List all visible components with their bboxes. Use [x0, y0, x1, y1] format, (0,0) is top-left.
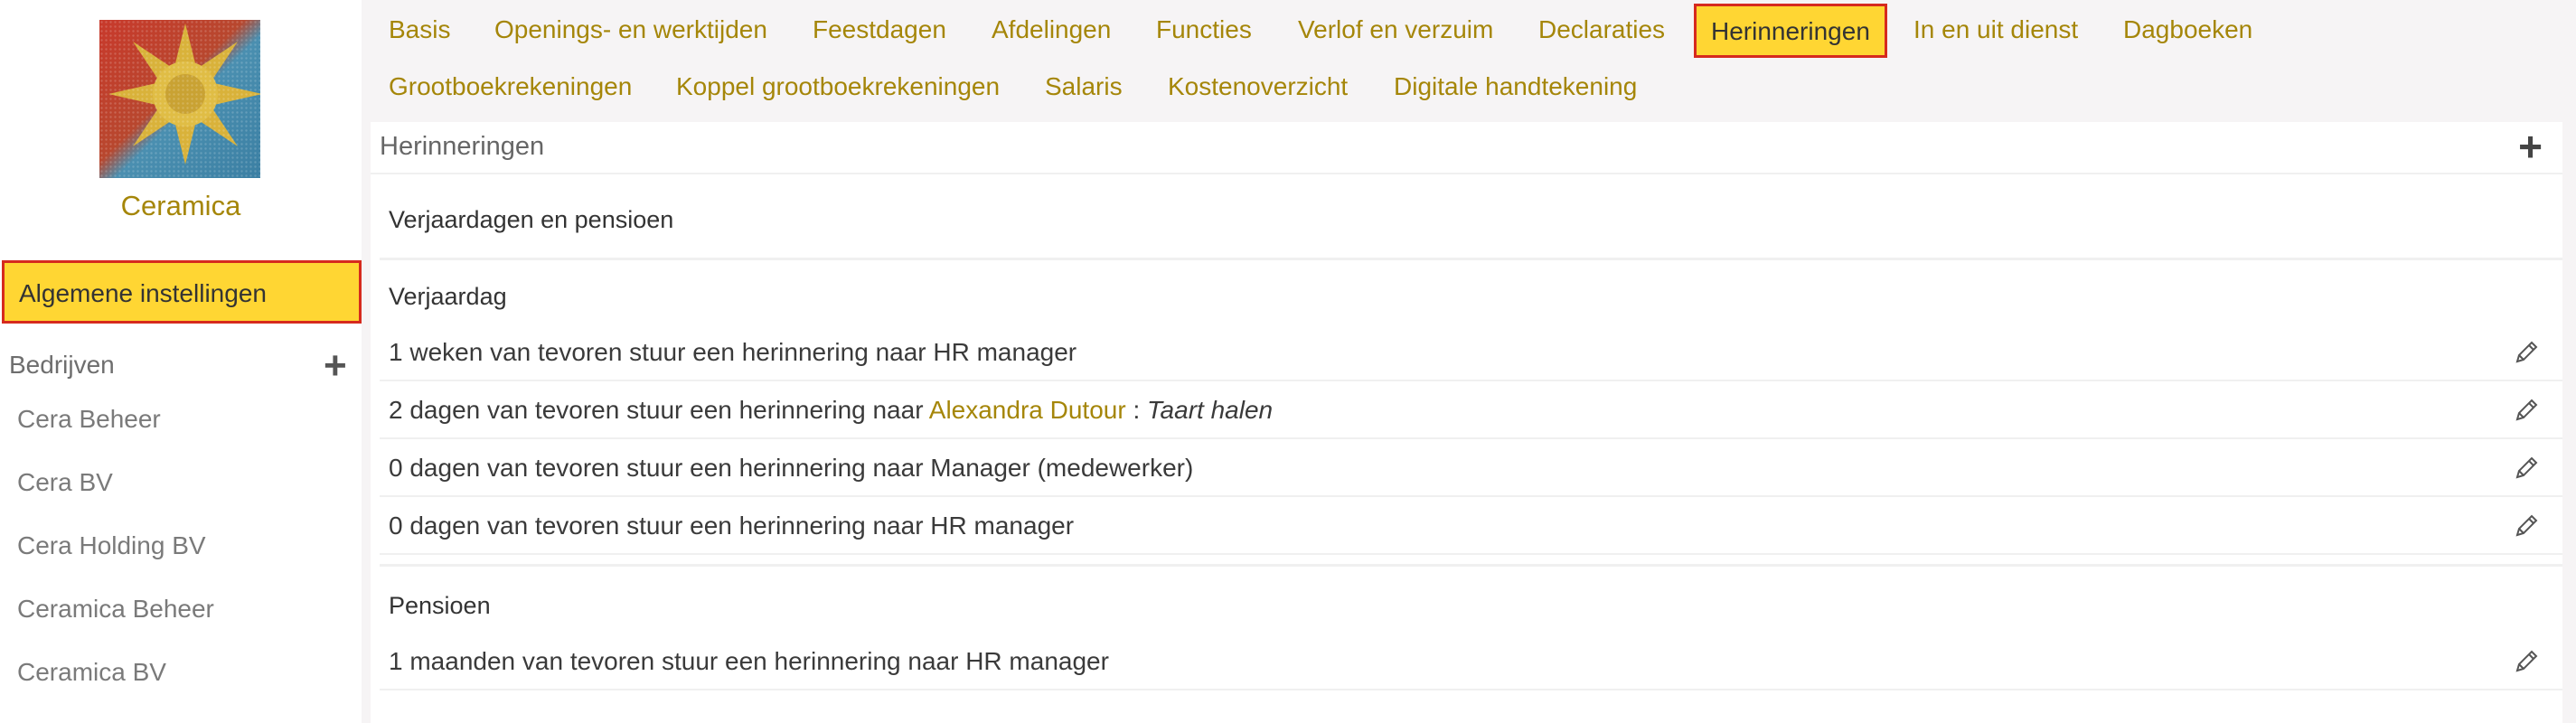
sidebar-item-general-settings[interactable]: Algemene instellingen: [2, 260, 362, 324]
reminder-row: 1 maanden van tevoren stuur een herinner…: [380, 634, 2562, 690]
reminder-text: 0 dagen van tevoren stuur een herinnerin…: [389, 454, 1194, 482]
sidebar-item-company[interactable]: Cera Holding BV: [17, 531, 206, 560]
settings-tabs: Basis Openings- en werktijden Feestdagen…: [362, 0, 2576, 122]
company-logo: [99, 20, 260, 178]
tab-in-uit-dienst[interactable]: In en uit dienst: [1913, 15, 2078, 44]
reminder-text: 1 weken van tevoren stuur een herinnerin…: [389, 338, 1077, 366]
pencil-icon[interactable]: [2512, 647, 2541, 676]
company-name: Ceramica: [120, 190, 241, 221]
sidebar: Ceramica Algemene instellingen Bedrijven…: [0, 0, 362, 723]
tab-afdelingen[interactable]: Afdelingen: [992, 15, 1111, 44]
tab-verlof-verzuim[interactable]: Verlof en verzuim: [1298, 15, 1493, 44]
reminder-text: 2 dagen van tevoren stuur een herinnerin…: [389, 396, 1274, 424]
sidebar-item-company[interactable]: Ceramica Beheer: [17, 595, 214, 624]
pencil-icon[interactable]: [2512, 396, 2541, 425]
group-title-pensioen: Pensioen: [389, 592, 491, 619]
sidebar-item-company[interactable]: Cera BV: [17, 468, 113, 497]
companies-header: Bedrijven: [9, 351, 115, 379]
group-title-verjaardag: Verjaardag: [389, 283, 507, 310]
tab-kostenoverzicht[interactable]: Kostenoverzicht: [1168, 72, 1348, 101]
person-link[interactable]: Alexandra Dutour: [929, 396, 1126, 424]
reminder-row: 1 weken van tevoren stuur een herinnerin…: [380, 325, 2562, 381]
tab-grootboekrekeningen[interactable]: Grootboekrekeningen: [389, 72, 632, 101]
tab-functies[interactable]: Functies: [1156, 15, 1252, 44]
panel-title: Herinneringen: [380, 132, 545, 161]
tab-openings-werktijden[interactable]: Openings- en werktijden: [494, 15, 767, 44]
plus-icon[interactable]: +: [324, 346, 347, 386]
section-title: Verjaardagen en pensioen: [389, 206, 674, 233]
tab-koppel-grootboekrekeningen[interactable]: Koppel grootboekrekeningen: [676, 72, 1000, 101]
reminder-text: 1 maanden van tevoren stuur een herinner…: [389, 647, 1109, 675]
pencil-icon[interactable]: [2512, 454, 2541, 483]
reminder-note: Taart halen: [1147, 396, 1274, 424]
tab-salaris[interactable]: Salaris: [1045, 72, 1123, 101]
reminder-text: 0 dagen van tevoren stuur een herinnerin…: [389, 512, 1075, 540]
section-divider: [380, 258, 2562, 260]
reminder-row: 2 dagen van tevoren stuur een herinnerin…: [380, 383, 2562, 439]
pencil-icon[interactable]: [2512, 338, 2541, 367]
tab-basis[interactable]: Basis: [389, 15, 450, 44]
tab-declaraties[interactable]: Declaraties: [1538, 15, 1665, 44]
tab-dagboeken[interactable]: Dagboeken: [2123, 15, 2252, 44]
reminders-panel: Herinneringen + Verjaardagen en pensioen…: [371, 122, 2562, 723]
panel-header: Herinneringen +: [371, 122, 2562, 174]
tab-herinneringen[interactable]: Herinneringen: [1694, 4, 1887, 58]
plus-icon[interactable]: +: [2518, 126, 2543, 167]
pencil-icon[interactable]: [2512, 512, 2541, 540]
sidebar-item-company[interactable]: Ceramica BV: [17, 658, 166, 687]
sidebar-item-company[interactable]: Cera Beheer: [17, 405, 161, 434]
section-divider: [380, 564, 2562, 567]
reminder-row: 0 dagen van tevoren stuur een herinnerin…: [380, 499, 2562, 555]
reminder-row: 0 dagen van tevoren stuur een herinnerin…: [380, 441, 2562, 497]
tab-digitale-handtekening[interactable]: Digitale handtekening: [1394, 72, 1637, 101]
tab-feestdagen[interactable]: Feestdagen: [813, 15, 946, 44]
